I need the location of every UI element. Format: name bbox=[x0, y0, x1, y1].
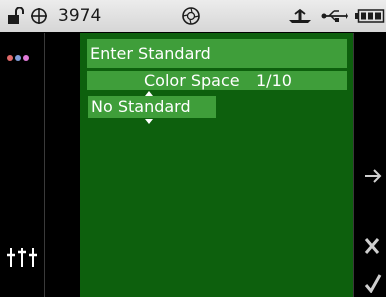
color-dot-blue bbox=[15, 55, 21, 61]
battery-icon bbox=[355, 9, 385, 23]
menu-title: Enter Standard bbox=[87, 39, 347, 68]
standard-selector[interactable]: No Standard bbox=[88, 96, 216, 118]
status-bar: 3974 bbox=[0, 0, 386, 32]
left-sidebar bbox=[0, 33, 44, 297]
crosshair-icon bbox=[31, 8, 47, 24]
sliders-icon[interactable] bbox=[5, 246, 39, 268]
scroll-down-arrow-icon[interactable] bbox=[145, 119, 153, 124]
x-icon[interactable] bbox=[364, 237, 380, 255]
color-dots bbox=[7, 46, 31, 65]
color-dot-red bbox=[7, 55, 13, 61]
checkmark-icon[interactable] bbox=[364, 273, 382, 293]
standard-value: No Standard bbox=[91, 97, 191, 116]
left-divider bbox=[44, 33, 45, 297]
option-label: Color Space bbox=[144, 71, 240, 90]
device-screen: 3974 Enter Standard Color Space 1/10 No … bbox=[0, 0, 386, 297]
menu-title-text: Enter Standard bbox=[90, 44, 211, 63]
option-counter: 1/10 bbox=[256, 71, 292, 90]
measurement-counter: 3974 bbox=[58, 6, 102, 26]
color-dot-pink bbox=[23, 55, 29, 61]
color-space-option[interactable]: Color Space 1/10 bbox=[87, 71, 347, 90]
usb-icon bbox=[321, 10, 348, 22]
aperture-icon bbox=[182, 7, 200, 25]
arrow-right-icon[interactable] bbox=[363, 166, 383, 186]
right-sidebar bbox=[354, 33, 386, 297]
antenna-icon bbox=[289, 8, 311, 23]
unlock-icon bbox=[8, 7, 24, 24]
